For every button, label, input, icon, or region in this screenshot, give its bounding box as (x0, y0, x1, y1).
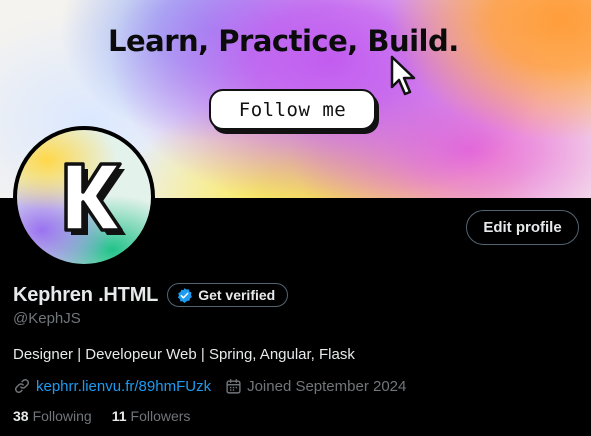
edit-profile-button[interactable]: Edit profile (466, 210, 579, 245)
avatar[interactable]: K (13, 126, 155, 268)
followers-count: 11 (111, 408, 127, 424)
get-verified-label: Get verified (198, 287, 276, 303)
followers-link[interactable]: 11 Followers (112, 408, 191, 424)
profile-link[interactable]: kephrr.lienvu.fr/89hmFUzk (36, 378, 211, 395)
banner-headline: Learn, Practice, Build. (108, 24, 459, 58)
name-row: Kephren .HTML Get verified (13, 283, 289, 307)
following-count: 38 (13, 408, 29, 424)
calendar-icon (226, 378, 241, 394)
follow-stats: 38 Following 11 Followers (13, 408, 190, 424)
banner-follow-me-graphic: Follow me (209, 89, 376, 130)
joined-date-item: Joined September 2024 (225, 378, 406, 395)
verified-badge-icon (178, 287, 193, 303)
k-logo-icon (64, 162, 126, 235)
display-name: Kephren .HTML (13, 283, 159, 306)
following-label: Following (32, 408, 92, 424)
get-verified-button[interactable]: Get verified (167, 283, 289, 307)
profile-meta: kephrr.lienvu.fr/89hmFUzk Joined Septemb… (13, 377, 406, 395)
joined-date: Joined September 2024 (247, 377, 407, 395)
user-handle: @KephJS (13, 310, 81, 327)
followers-label: Followers (130, 408, 191, 424)
profile-link-item: kephrr.lienvu.fr/89hmFUzk (13, 377, 211, 395)
following-link[interactable]: 38 Following (13, 408, 92, 424)
cursor-arrow-icon (390, 55, 416, 96)
profile-bio: Designer | Developeur Web | Spring, Angu… (13, 346, 355, 363)
link-icon (14, 378, 30, 394)
